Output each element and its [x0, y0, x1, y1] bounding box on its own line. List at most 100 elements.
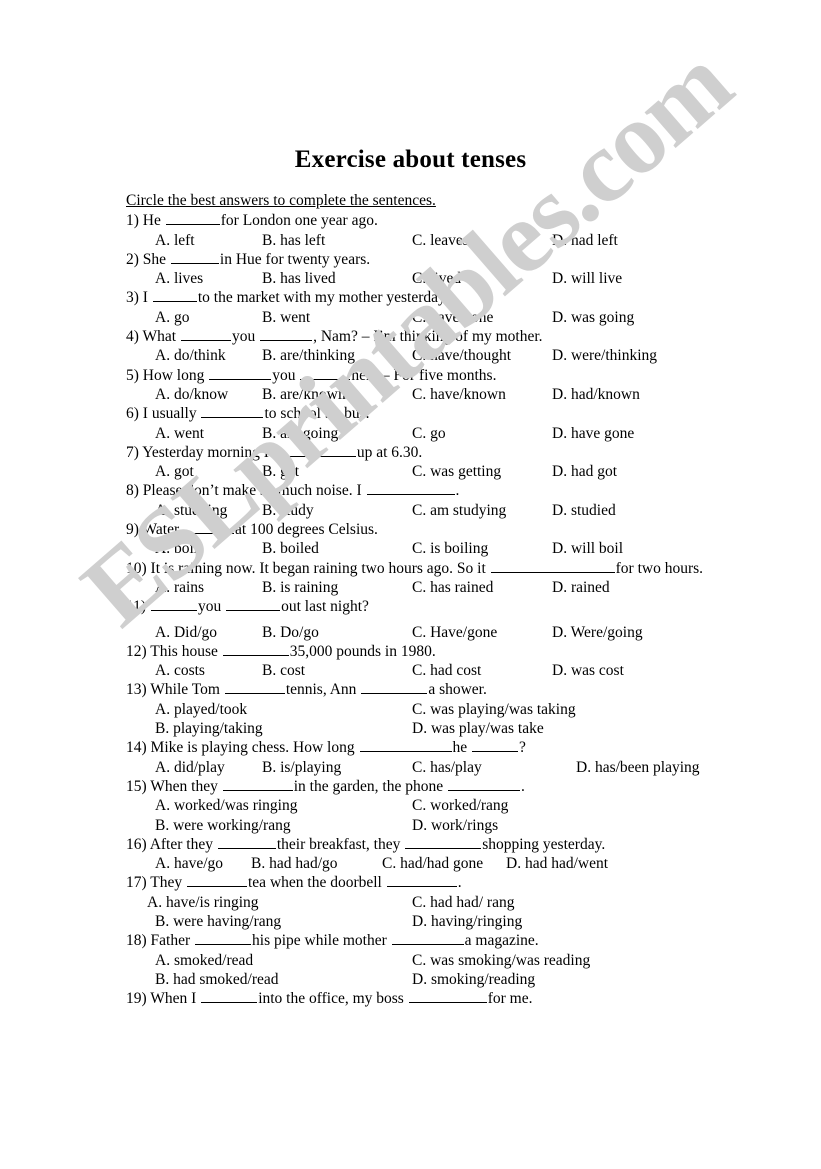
answer-blank[interactable]: [273, 443, 356, 457]
option-a[interactable]: A. left: [155, 231, 195, 250]
option-d[interactable]: D. was going: [552, 308, 634, 327]
answer-blank[interactable]: [222, 642, 289, 656]
option-b[interactable]: B. study: [262, 501, 314, 520]
option-c[interactable]: C. has/play: [412, 758, 482, 777]
answer-blank[interactable]: [300, 366, 351, 380]
option-c[interactable]: C. had/had gone: [382, 854, 483, 873]
option-b[interactable]: B. playing/taking: [155, 719, 263, 738]
option-d[interactable]: D. had got: [552, 462, 617, 481]
option-d[interactable]: D. rained: [552, 578, 610, 597]
option-b[interactable]: B. is/playing: [262, 758, 341, 777]
option-d[interactable]: D. were/thinking: [552, 346, 657, 365]
answer-blank[interactable]: [226, 597, 281, 612]
answer-blank[interactable]: [184, 520, 235, 535]
option-d[interactable]: D. smoking/reading: [412, 970, 535, 989]
answer-blank[interactable]: [361, 680, 428, 695]
option-c[interactable]: C. was playing/was taking: [412, 700, 576, 719]
answer-blank[interactable]: [187, 873, 247, 888]
answer-blank[interactable]: [150, 597, 197, 612]
answer-blank[interactable]: [201, 989, 258, 1004]
answer-blank[interactable]: [391, 931, 464, 946]
answer-blank[interactable]: [217, 835, 276, 849]
answer-blank[interactable]: [260, 327, 313, 342]
option-c[interactable]: C. have/known: [412, 385, 506, 404]
option-c[interactable]: C. has rained: [412, 578, 493, 597]
answer-blank[interactable]: [359, 738, 452, 753]
option-b[interactable]: B. had smoked/read: [155, 970, 279, 989]
option-a[interactable]: A. do/know: [155, 385, 228, 404]
option-a[interactable]: A. rains: [155, 578, 204, 597]
option-c[interactable]: C. leaves: [412, 231, 469, 250]
option-a[interactable]: A. Did/go: [155, 623, 217, 642]
option-b[interactable]: B. are/knowing: [262, 385, 358, 404]
option-c[interactable]: C. Have/gone: [412, 623, 497, 642]
option-a[interactable]: A. lives: [155, 269, 203, 288]
option-d[interactable]: D. had had/went: [506, 854, 608, 873]
option-b[interactable]: B. boiled: [262, 539, 319, 558]
answer-blank[interactable]: [209, 366, 272, 380]
answer-blank[interactable]: [201, 404, 264, 419]
option-a[interactable]: A. studying: [155, 501, 227, 520]
option-c[interactable]: C. am studying: [412, 501, 506, 520]
option-d[interactable]: D. will boil: [552, 539, 623, 558]
option-b[interactable]: B. cost: [262, 661, 305, 680]
option-d[interactable]: D. had left: [552, 231, 618, 250]
answer-blank[interactable]: [366, 481, 455, 496]
option-a[interactable]: A. have/is ringing: [147, 893, 259, 912]
answer-blank[interactable]: [152, 288, 197, 303]
answer-blank[interactable]: [408, 989, 487, 1004]
option-d[interactable]: D. has/been playing: [576, 758, 700, 777]
option-c[interactable]: C. lived: [412, 269, 461, 288]
option-b[interactable]: B. were having/rang: [155, 912, 281, 931]
option-c[interactable]: C. worked/rang: [412, 796, 508, 815]
option-b[interactable]: B. Do/go: [262, 623, 319, 642]
option-a[interactable]: A. have/go: [155, 854, 223, 873]
option-a[interactable]: A. worked/was ringing: [155, 796, 298, 815]
option-c[interactable]: C. had had/ rang: [412, 893, 514, 912]
option-a[interactable]: A. costs: [155, 661, 205, 680]
option-b[interactable]: B. went: [262, 308, 310, 327]
option-d[interactable]: D. having/ringing: [412, 912, 522, 931]
answer-blank[interactable]: [447, 777, 520, 791]
option-d[interactable]: D. work/rings: [412, 816, 498, 835]
answer-blank[interactable]: [195, 931, 252, 946]
option-a[interactable]: A. boils: [155, 539, 204, 558]
option-b[interactable]: B. is raining: [262, 578, 338, 597]
option-a[interactable]: A. do/think: [155, 346, 226, 365]
option-c[interactable]: C. was smoking/was reading: [412, 951, 590, 970]
option-d[interactable]: D. had/known: [552, 385, 640, 404]
answer-blank[interactable]: [224, 680, 285, 695]
option-d[interactable]: D. was play/was take: [412, 719, 544, 738]
option-c[interactable]: C. is boiling: [412, 539, 488, 558]
option-b[interactable]: B. get: [262, 462, 299, 481]
option-d[interactable]: D. studied: [552, 501, 616, 520]
option-c[interactable]: C. have/thought: [412, 346, 511, 365]
answer-blank[interactable]: [405, 835, 482, 849]
option-c[interactable]: C. was getting: [412, 462, 501, 481]
option-a[interactable]: A. smoked/read: [155, 951, 253, 970]
option-a[interactable]: A. went: [155, 424, 204, 443]
option-b[interactable]: B. has lived: [262, 269, 336, 288]
option-a[interactable]: A. got: [155, 462, 194, 481]
option-c[interactable]: C. have gone: [412, 308, 493, 327]
option-b[interactable]: B. has left: [262, 231, 325, 250]
option-d[interactable]: D. have gone: [552, 424, 634, 443]
option-c[interactable]: C. had cost: [412, 661, 481, 680]
option-a[interactable]: A. did/play: [155, 758, 225, 777]
option-a[interactable]: A. go: [155, 308, 189, 327]
option-b[interactable]: B. am going: [262, 424, 338, 443]
answer-blank[interactable]: [490, 559, 615, 573]
answer-blank[interactable]: [180, 327, 231, 342]
option-d[interactable]: D. will live: [552, 269, 622, 288]
option-d[interactable]: D. Were/going: [552, 623, 643, 642]
option-c[interactable]: C. go: [412, 424, 446, 443]
option-d[interactable]: D. was cost: [552, 661, 624, 680]
option-b[interactable]: B. were working/rang: [155, 816, 291, 835]
option-a[interactable]: A. played/took: [155, 700, 247, 719]
answer-blank[interactable]: [386, 873, 457, 888]
answer-blank[interactable]: [170, 250, 219, 264]
answer-blank[interactable]: [222, 777, 293, 791]
answer-blank[interactable]: [472, 738, 519, 753]
option-b[interactable]: B. are/thinking: [262, 346, 355, 365]
answer-blank[interactable]: [165, 211, 220, 226]
